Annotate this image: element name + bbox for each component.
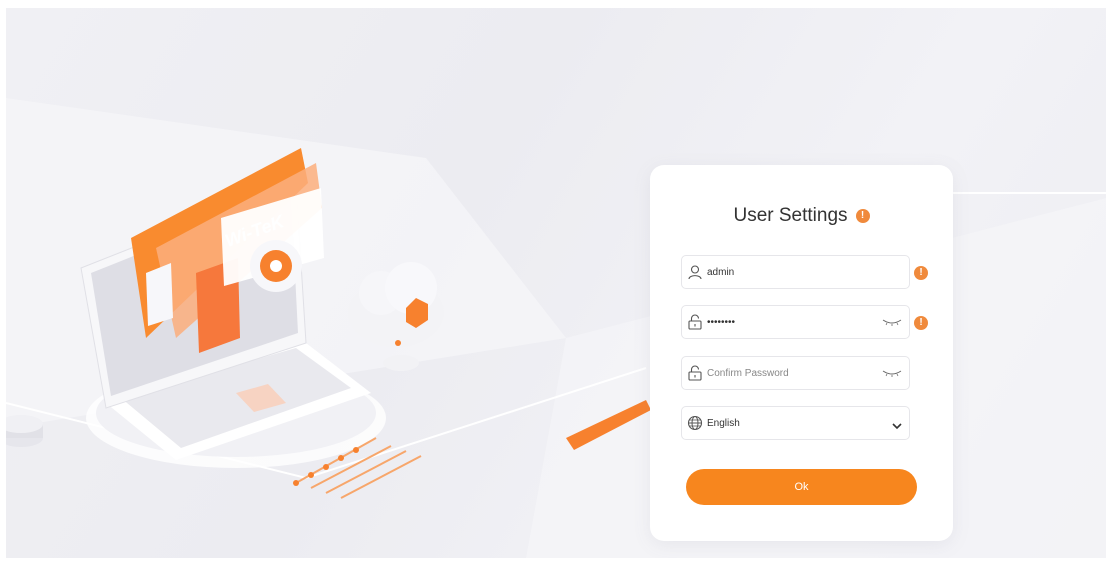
username-field[interactable]	[681, 255, 910, 289]
password-input[interactable]	[707, 316, 867, 328]
page-background: Wi-TeK User Settings ! admin ! •••••••• …	[6, 8, 1106, 558]
lock-icon	[686, 313, 704, 331]
chevron-down-icon[interactable]	[891, 418, 903, 430]
eye-closed-icon[interactable]	[881, 366, 903, 380]
lock-icon	[686, 364, 704, 382]
eye-closed-icon[interactable]	[881, 315, 903, 329]
language-selected-value: English	[707, 417, 740, 429]
user-icon	[686, 263, 704, 281]
username-input[interactable]	[707, 266, 867, 278]
password-warning-icon[interactable]: !	[914, 316, 928, 330]
globe-icon	[686, 414, 704, 432]
confirm-password-field[interactable]	[681, 356, 910, 390]
page-title: User Settings	[733, 205, 848, 226]
ok-button[interactable]: Ok	[686, 469, 917, 505]
confirm-password-input[interactable]	[707, 367, 867, 379]
username-warning-icon[interactable]: !	[914, 266, 928, 280]
card-header: User Settings !	[650, 205, 953, 227]
language-select[interactable]: English	[681, 406, 910, 440]
user-settings-card: User Settings ! ! !	[650, 165, 953, 541]
password-field[interactable]	[681, 305, 910, 339]
title-warning-icon[interactable]: !	[855, 209, 870, 223]
